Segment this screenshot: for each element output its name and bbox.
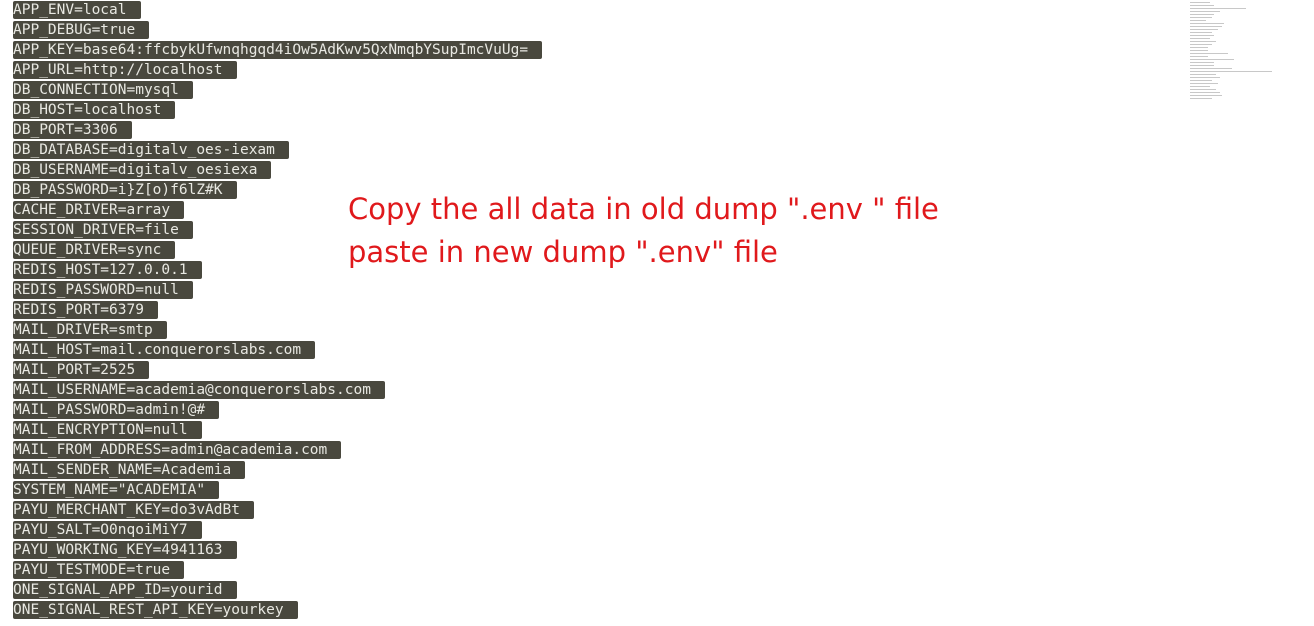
minimap[interactable] [1190, 0, 1280, 102]
code-line: PAYU_MERCHANT_KEY=do3vAdBt [13, 500, 542, 520]
minimap-line [1190, 80, 1212, 81]
minimap-line [1190, 74, 1216, 75]
code-line-text: REDIS_PASSWORD=null [13, 281, 193, 299]
code-line-text: PAYU_WORKING_KEY=4941163 [13, 541, 237, 559]
code-line-text: QUEUE_DRIVER=sync [13, 241, 176, 259]
code-line-text: CACHE_DRIVER=array [13, 201, 185, 219]
minimap-line [1190, 62, 1214, 63]
minimap-line [1190, 86, 1210, 87]
code-line-text: DB_HOST=localhost [13, 101, 176, 119]
code-line: DB_HOST=localhost [13, 100, 542, 120]
minimap-line [1190, 98, 1212, 99]
code-line: DB_DATABASE=digitalv_oes-iexam [13, 140, 542, 160]
code-line-text: MAIL_HOST=mail.conquerorslabs.com [13, 341, 316, 359]
minimap-line [1190, 71, 1272, 72]
code-line: MAIL_ENCRYPTION=null [13, 420, 542, 440]
code-line-text: DB_CONNECTION=mysql [13, 81, 193, 99]
code-line-text: SYSTEM_NAME="ACADEMIA" [13, 481, 220, 499]
code-line-text: DB_PASSWORD=i}Z[o)f6lZ#K [13, 181, 237, 199]
minimap-line [1190, 53, 1228, 54]
minimap-line [1190, 11, 1220, 12]
minimap-line [1190, 77, 1220, 78]
code-line-text: MAIL_FROM_ADDRESS=admin@academia.com [13, 441, 342, 459]
minimap-line [1190, 14, 1214, 15]
code-line: MAIL_FROM_ADDRESS=admin@academia.com [13, 440, 542, 460]
code-line: ONE_SIGNAL_REST_API_KEY=yourkey [13, 600, 542, 620]
code-line-text: MAIL_DRIVER=smtp [13, 321, 167, 339]
minimap-line [1190, 68, 1232, 69]
code-line: MAIL_PORT=2525 [13, 360, 542, 380]
code-line: APP_KEY=base64:ffcbykUfwnqhgqd4iOw5AdKwv… [13, 40, 543, 60]
minimap-line [1190, 29, 1218, 30]
minimap-line [1190, 83, 1218, 84]
code-line: MAIL_DRIVER=smtp [13, 320, 542, 340]
code-line: REDIS_PORT=6379 [13, 300, 542, 320]
code-line: APP_ENV=local [13, 0, 542, 20]
minimap-line [1190, 41, 1216, 42]
minimap-line [1190, 56, 1208, 57]
minimap-line [1190, 8, 1246, 9]
minimap-line [1190, 65, 1214, 66]
code-line: DB_USERNAME=digitalv_oesiexa [13, 160, 542, 180]
code-line-text: APP_KEY=base64:ffcbykUfwnqhgqd4iOw5AdKwv… [13, 41, 543, 59]
minimap-line [1190, 44, 1212, 45]
annotation-line-1: Copy the all data in old dump ".env " fi… [348, 192, 939, 226]
code-line: MAIL_SENDER_NAME=Academia [13, 460, 542, 480]
code-line-text: APP_URL=http://localhost [13, 61, 237, 79]
code-line-text: APP_ENV=local [13, 1, 141, 19]
code-line-text: REDIS_HOST=127.0.0.1 [13, 261, 202, 279]
minimap-line [1190, 2, 1210, 3]
code-line-text: PAYU_TESTMODE=true [13, 561, 185, 579]
minimap-line [1190, 5, 1214, 6]
code-line-text: ONE_SIGNAL_REST_API_KEY=yourkey [13, 601, 298, 619]
minimap-line [1190, 47, 1208, 48]
code-line: REDIS_PASSWORD=null [13, 280, 542, 300]
editor-window: APP_ENV=local APP_DEBUG=true APP_KEY=bas… [0, 0, 1314, 626]
minimap-line [1190, 20, 1206, 21]
code-line-text: ONE_SIGNAL_APP_ID=yourid [13, 581, 237, 599]
code-line: MAIL_PASSWORD=admin!@# [13, 400, 542, 420]
minimap-line [1190, 23, 1224, 24]
code-line: MAIL_HOST=mail.conquerorslabs.com [13, 340, 542, 360]
code-line: PAYU_WORKING_KEY=4941163 [13, 540, 542, 560]
code-line-text: DB_PORT=3306 [13, 121, 132, 139]
code-line-text: MAIL_ENCRYPTION=null [13, 421, 202, 439]
code-line-text: MAIL_USERNAME=academia@conquerorslabs.co… [13, 381, 385, 399]
code-line-text: DB_DATABASE=digitalv_oes-iexam [13, 141, 289, 159]
code-line-text: DB_USERNAME=digitalv_oesiexa [13, 161, 272, 179]
code-line-text: MAIL_PASSWORD=admin!@# [13, 401, 220, 419]
minimap-line [1190, 17, 1212, 18]
instruction-annotation: Copy the all data in old dump ".env " fi… [348, 188, 939, 274]
minimap-line [1190, 59, 1234, 60]
code-line-text: PAYU_SALT=O0nqoiMiY7 [13, 521, 202, 539]
minimap-line [1190, 89, 1216, 90]
code-line-text: MAIL_SENDER_NAME=Academia [13, 461, 246, 479]
code-line: MAIL_USERNAME=academia@conquerorslabs.co… [13, 380, 542, 400]
minimap-line [1190, 92, 1220, 93]
code-line: APP_URL=http://localhost [13, 60, 542, 80]
code-line: APP_DEBUG=true [13, 20, 542, 40]
code-line-text: PAYU_MERCHANT_KEY=do3vAdBt [13, 501, 254, 519]
code-line-text: MAIL_PORT=2525 [13, 361, 150, 379]
code-line-text: REDIS_PORT=6379 [13, 301, 158, 319]
code-line-text: APP_DEBUG=true [13, 21, 150, 39]
minimap-line [1190, 26, 1222, 27]
minimap-line [1190, 38, 1210, 39]
code-line: SYSTEM_NAME="ACADEMIA" [13, 480, 542, 500]
code-line: DB_PORT=3306 [13, 120, 542, 140]
code-line: PAYU_TESTMODE=true [13, 560, 542, 580]
minimap-line [1190, 35, 1214, 36]
code-line: PAYU_SALT=O0nqoiMiY7 [13, 520, 542, 540]
minimap-line [1190, 50, 1208, 51]
code-area[interactable]: APP_ENV=local APP_DEBUG=true APP_KEY=bas… [13, 0, 543, 620]
code-line-text: SESSION_DRIVER=file [13, 221, 193, 239]
annotation-line-2: paste in new dump ".env" file [348, 235, 778, 269]
minimap-line [1190, 32, 1212, 33]
code-line: DB_CONNECTION=mysql [13, 80, 542, 100]
minimap-line [1190, 95, 1222, 96]
code-line: ONE_SIGNAL_APP_ID=yourid [13, 580, 542, 600]
